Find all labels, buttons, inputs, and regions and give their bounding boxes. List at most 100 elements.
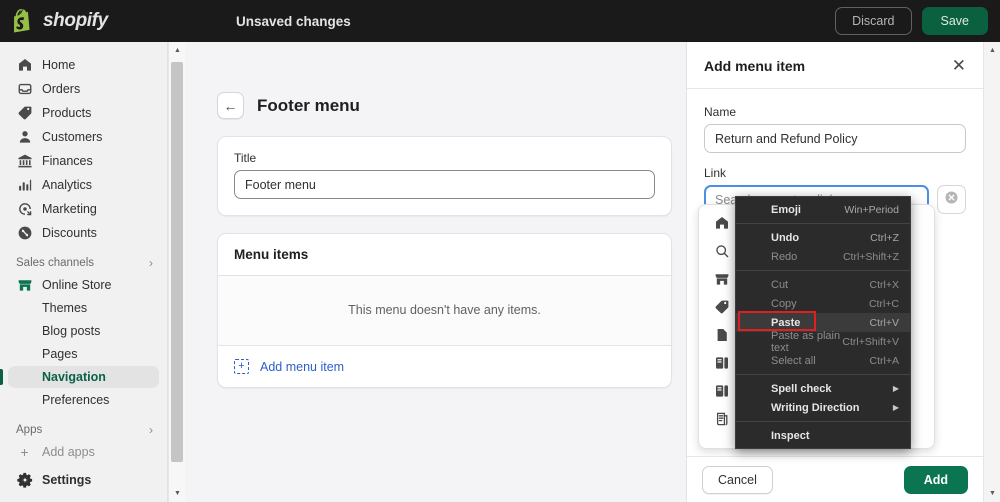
chevron-right-icon: ›: [149, 256, 153, 270]
sidebar-item-pages[interactable]: Pages: [8, 343, 159, 365]
sidebar-item-navigation[interactable]: Navigation: [0, 366, 159, 388]
unsaved-changes-status: Unsaved changes: [236, 13, 351, 29]
analytics-bars-icon: [16, 176, 33, 193]
sidebar-item-marketing[interactable]: Marketing: [8, 197, 159, 220]
add-menu-item-button[interactable]: + Add menu item: [218, 346, 671, 387]
context-menu-label: Paste as plain text: [771, 329, 841, 354]
title-input[interactable]: [234, 170, 655, 199]
window-scrollbar[interactable]: ▲ ▼: [983, 42, 1000, 502]
context-menu-item-writing-direction[interactable]: Writing Direction ▶: [736, 398, 910, 417]
context-menu-label: Undo: [771, 231, 800, 244]
sidebar-item-analytics[interactable]: Analytics: [8, 173, 159, 196]
dashed-plus-icon: +: [234, 359, 249, 374]
context-menu-label: Cut: [771, 278, 789, 291]
context-menu-item-redo: Redo Ctrl+Shift+Z: [736, 247, 910, 266]
sidebar-item-preferences[interactable]: Preferences: [8, 389, 159, 411]
context-menu-accelerator: Ctrl+C: [868, 297, 899, 310]
sidebar-subitem-label: Pages: [42, 347, 78, 361]
clear-circle-icon: [944, 190, 959, 210]
marketing-megaphone-icon: [16, 200, 33, 217]
discard-button[interactable]: Discard: [835, 7, 912, 35]
products-tag-icon: [713, 299, 730, 316]
close-icon[interactable]: ✕: [952, 57, 966, 74]
back-button[interactable]: ←: [217, 92, 244, 119]
add-menu-item-label: Add menu item: [260, 359, 345, 374]
context-menu-accelerator: Ctrl+X: [869, 278, 899, 291]
sidebar-item-add-apps[interactable]: + Add apps: [8, 440, 159, 463]
sidebar-item-settings[interactable]: Settings: [8, 468, 159, 491]
topbar-actions: Discard Save: [835, 7, 988, 35]
chevron-right-icon: ›: [149, 423, 153, 437]
title-card: Title: [217, 136, 672, 216]
context-menu-item-emoji[interactable]: Emoji Win+Period: [736, 200, 910, 219]
sidebar-item-discounts[interactable]: Discounts: [8, 221, 159, 244]
sidebar-section-sales-channels[interactable]: Sales channels ›: [16, 256, 153, 270]
sidebar-item-label: Products: [42, 105, 92, 120]
context-menu-item-inspect[interactable]: Inspect: [736, 426, 910, 445]
add-button[interactable]: Add: [903, 465, 968, 494]
sidebar-item-orders[interactable]: Orders: [8, 77, 159, 100]
search-icon: [713, 243, 730, 260]
scroll-down-arrow-icon[interactable]: ▼: [984, 485, 1000, 502]
menu-empty-state: This menu doesn't have any items.: [218, 276, 671, 345]
sidebar-item-label: Analytics: [42, 177, 93, 192]
sidebar-item-label: Marketing: [42, 201, 97, 216]
context-menu-accelerator: Win+Period: [844, 203, 899, 216]
discounts-percent-icon: [16, 224, 33, 241]
context-menu-item-spell-check[interactable]: Spell check ▶: [736, 379, 910, 398]
submenu-arrow-icon: ▶: [892, 403, 899, 412]
context-menu-item-cut: Cut Ctrl+X: [736, 275, 910, 294]
sidebar-scrollbar-thumb[interactable]: [171, 62, 183, 462]
context-menu-accelerator: Ctrl+Shift+Z: [842, 250, 899, 263]
menu-items-card-title: Menu items: [234, 247, 309, 262]
context-menu-item-undo[interactable]: Undo Ctrl+Z: [736, 228, 910, 247]
name-input[interactable]: [704, 124, 966, 153]
cancel-button[interactable]: Cancel: [702, 465, 773, 494]
policies-icon: [713, 411, 730, 428]
products-tag-icon: [16, 104, 33, 121]
sidebar-subitem-label: Blog posts: [42, 324, 101, 338]
context-menu-separator: [736, 374, 910, 375]
sidebar-item-label: Discounts: [42, 225, 97, 240]
clear-link-button[interactable]: [937, 185, 966, 214]
sidebar-online-store-subnav: Themes Blog posts Pages Navigation Preferenc…: [0, 297, 167, 411]
sidebar-item-home[interactable]: Home: [8, 53, 159, 76]
sidebar-item-online-store[interactable]: Online Store: [8, 273, 159, 296]
sidebar-item-finances[interactable]: Finances: [8, 149, 159, 172]
sidebar-item-blog-posts[interactable]: Blog posts: [8, 320, 159, 342]
customers-person-icon: [16, 128, 33, 145]
context-menu[interactable]: Emoji Win+Period Undo Ctrl+Z Redo Ctrl+Shift+…: [735, 196, 911, 449]
sidebar-item-customers[interactable]: Customers: [8, 125, 159, 148]
collection-icon: [713, 383, 730, 400]
gear-icon: [16, 471, 33, 488]
context-menu-label: Emoji: [771, 203, 801, 216]
sidebar-section-apps[interactable]: Apps ›: [16, 423, 153, 437]
scroll-down-arrow-icon[interactable]: ▼: [169, 485, 186, 502]
scroll-up-arrow-icon[interactable]: ▲: [169, 42, 186, 59]
context-menu-label: Redo: [771, 250, 798, 263]
scroll-up-arrow-icon[interactable]: ▲: [984, 42, 1000, 59]
home-icon: [16, 56, 33, 73]
sidebar-item-themes[interactable]: Themes: [8, 297, 159, 319]
context-menu-label: Spell check: [771, 382, 832, 395]
sidebar-item-label: Finances: [42, 153, 93, 168]
save-button[interactable]: Save: [921, 7, 988, 35]
shopify-bag-icon: [14, 9, 36, 33]
panel-header: Add menu item ✕: [687, 42, 983, 89]
sidebar-item-label: Orders: [42, 81, 81, 96]
settings-label: Settings: [42, 472, 92, 487]
shopify-brand[interactable]: shopify: [14, 9, 194, 33]
context-menu-label: Copy: [771, 297, 797, 310]
apps-label: Apps: [16, 424, 43, 436]
sidebar-scrollbar[interactable]: ▲ ▼: [168, 42, 185, 502]
finances-bank-icon: [16, 152, 33, 169]
brand-name: shopify: [43, 10, 108, 31]
orders-inbox-icon: [16, 80, 33, 97]
context-menu-list: Emoji Win+Period Undo Ctrl+Z Redo Ctrl+Shift+…: [736, 200, 910, 445]
sidebar-primary-nav: Home Orders Products Customers Finances Analy…: [0, 53, 167, 244]
context-menu-item-copy: Copy Ctrl+C: [736, 294, 910, 313]
sales-channels-label: Sales channels: [16, 257, 94, 269]
sidebar-item-products[interactable]: Products: [8, 101, 159, 124]
context-menu-accelerator: Ctrl+Z: [870, 231, 899, 244]
context-menu-item-select-all: Select all Ctrl+A: [736, 351, 910, 370]
